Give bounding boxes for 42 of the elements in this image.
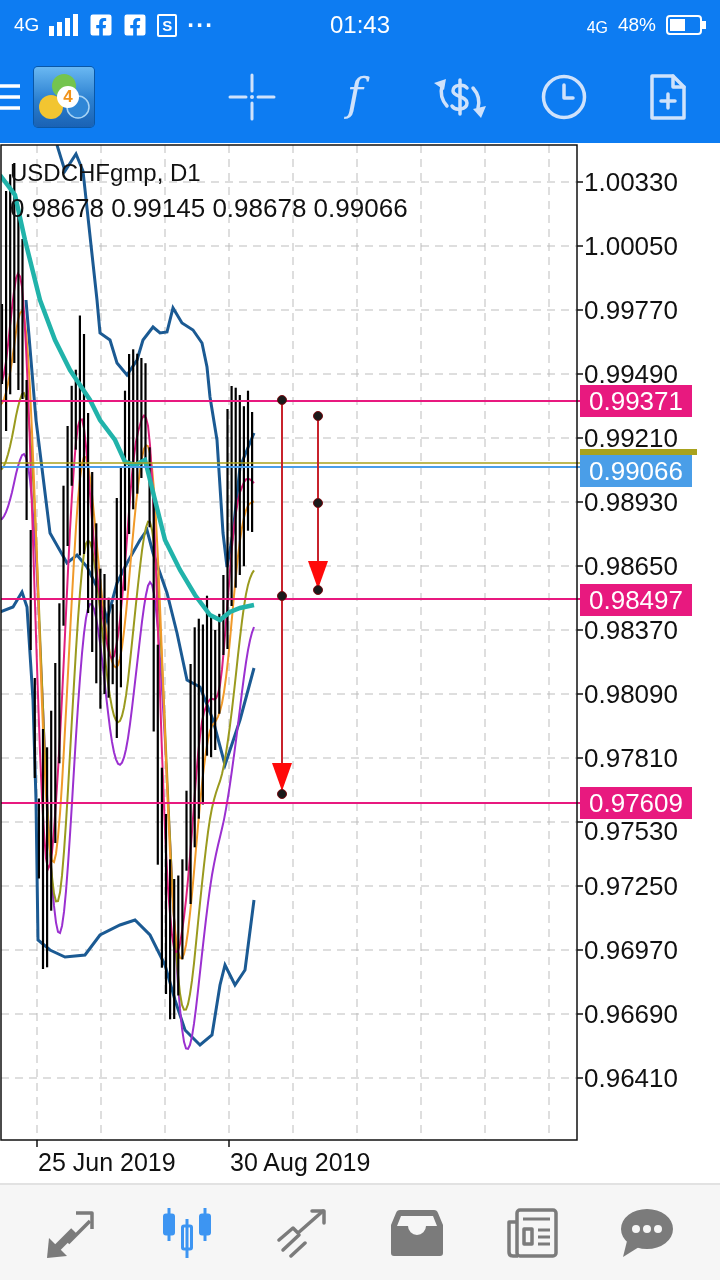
facebook-icon xyxy=(123,13,148,37)
date-axis-label: 25 Jun 2019 xyxy=(38,1149,176,1175)
price-tag: 0.99371 xyxy=(580,385,692,417)
clock-time: 01:43 xyxy=(329,11,391,39)
price-axis-label: 0.97530 xyxy=(584,820,678,842)
price-axis-label: 0.99210 xyxy=(584,427,678,449)
price-axis-label: 1.00330 xyxy=(584,171,678,193)
app-notification-tile: S xyxy=(157,13,178,37)
price-axis-label: 0.96970 xyxy=(584,939,678,961)
date-axis-label: 30 Aug 2019 xyxy=(230,1149,371,1175)
price-axis-label: 0.96690 xyxy=(584,1003,678,1025)
price-axis-label: 0.97810 xyxy=(584,747,678,769)
candlestick-icon[interactable] xyxy=(161,1206,212,1259)
trend-arrow-icon[interactable] xyxy=(276,1207,327,1258)
menu-icon[interactable] xyxy=(0,83,20,110)
crosshair-icon[interactable] xyxy=(228,72,276,121)
price-axis-label: 0.98650 xyxy=(584,555,678,577)
price-tag: 0.99066 xyxy=(580,455,692,487)
price-tag: 0.98497 xyxy=(580,584,692,616)
inbox-tray-icon[interactable] xyxy=(390,1208,443,1257)
price-axis-label: 0.98370 xyxy=(584,619,678,641)
newspaper-icon[interactable] xyxy=(505,1207,558,1258)
network-type: 4G xyxy=(14,14,40,36)
battery-icon xyxy=(666,15,706,35)
price-tag: 0.97609 xyxy=(580,787,692,819)
price-axis-label: 0.98930 xyxy=(584,491,678,513)
network-type: 4G xyxy=(586,18,608,38)
chat-bubble-icon[interactable] xyxy=(620,1207,673,1258)
battery-percent: 48% xyxy=(617,14,656,36)
price-axis-label: 0.98090 xyxy=(584,683,678,705)
price-axis-label: 0.96410 xyxy=(584,1067,678,1089)
price-axis-label: 0.97250 xyxy=(584,875,678,897)
app-logo[interactable]: 4 xyxy=(34,66,94,127)
price-axis-label: 0.99770 xyxy=(584,299,678,321)
function-button[interactable]: f xyxy=(336,64,376,129)
file-plus-icon[interactable] xyxy=(650,73,686,120)
signal-icon xyxy=(49,14,80,36)
price-axis-label: 1.00050 xyxy=(584,235,678,257)
more-notifications: ··· xyxy=(187,14,215,36)
clock-icon[interactable] xyxy=(541,73,587,120)
price-axis-label: 0.99490 xyxy=(584,363,678,385)
facebook-icon xyxy=(89,13,114,37)
